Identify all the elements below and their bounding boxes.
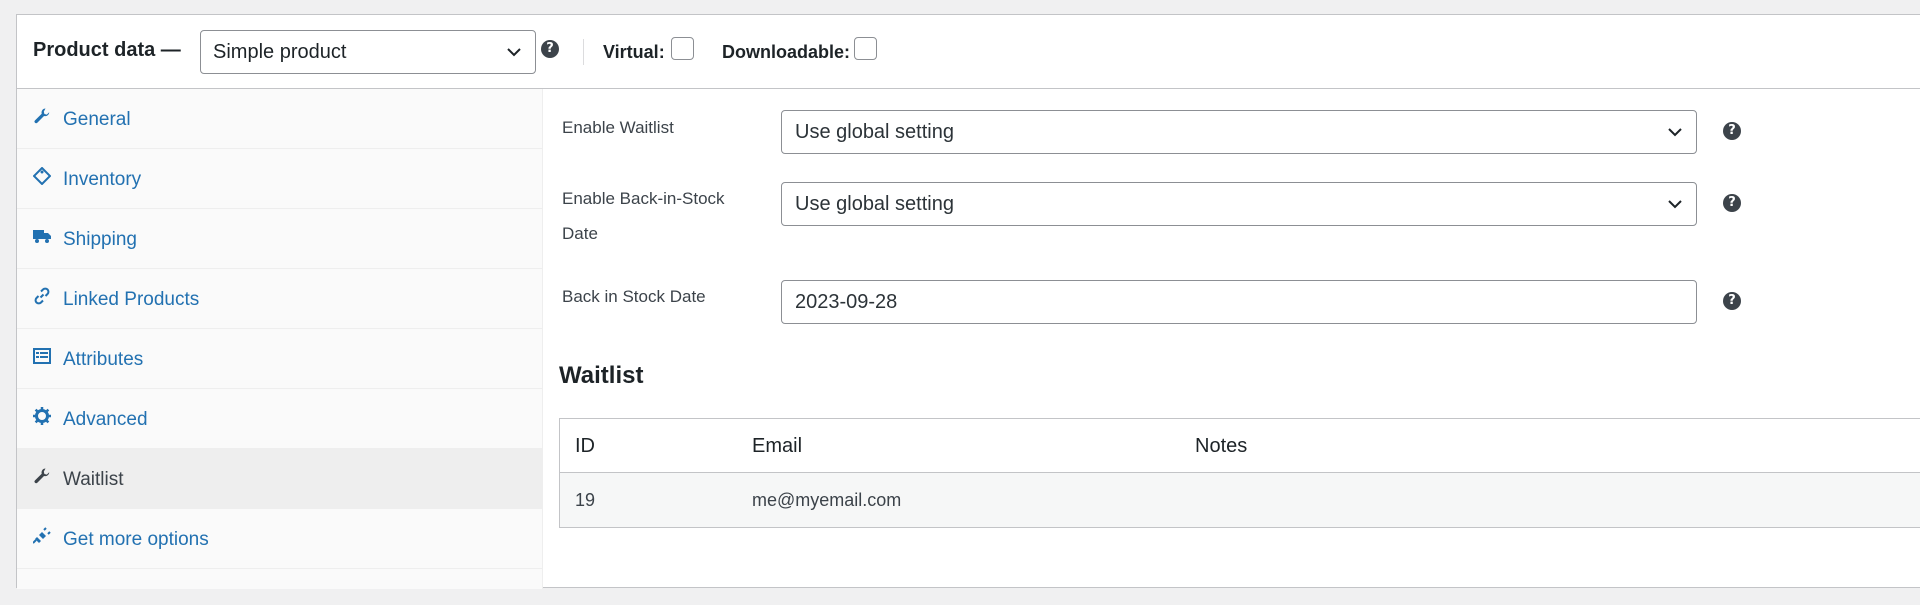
table-row: 19 me@myemail.com <box>560 473 1920 527</box>
header-divider <box>583 39 584 65</box>
plugin-icon <box>33 527 51 544</box>
chevron-down-icon <box>507 48 521 57</box>
enable-back-in-stock-value: Use global setting <box>795 193 954 215</box>
product-data-header: Product data — Simple product ? Virtual:… <box>17 15 1920 89</box>
downloadable-checkbox[interactable] <box>854 37 877 60</box>
back-in-stock-date-input[interactable]: 2023-09-28 <box>781 280 1697 324</box>
product-data-title: Product data — <box>33 39 181 61</box>
enable-back-in-stock-select[interactable]: Use global setting <box>781 182 1697 226</box>
column-header-notes: Notes <box>1195 435 1248 457</box>
link-icon <box>34 287 50 305</box>
tab-label: Get more options <box>63 529 209 550</box>
tab-linked-products[interactable]: Linked Products <box>17 269 543 329</box>
column-header-id: ID <box>575 435 595 457</box>
tab-waitlist[interactable]: Waitlist <box>17 449 543 509</box>
waitlist-table: ID Email Notes 19 me@myemail.com <box>559 418 1920 528</box>
help-icon[interactable]: ? <box>1723 122 1741 140</box>
virtual-checkbox[interactable] <box>671 37 694 60</box>
product-type-select[interactable]: Simple product <box>200 30 536 74</box>
chevron-down-icon <box>1668 200 1682 209</box>
virtual-label: Virtual: <box>603 42 665 62</box>
tab-label: Inventory <box>63 169 142 190</box>
tab-label: Attributes <box>63 349 144 370</box>
help-icon[interactable]: ? <box>541 40 559 58</box>
help-icon[interactable]: ? <box>1723 194 1741 212</box>
wrench-icon <box>34 468 50 484</box>
chevron-down-icon <box>1668 128 1682 137</box>
tab-shipping[interactable]: Shipping <box>17 209 543 269</box>
tab-advanced[interactable]: Advanced <box>17 389 543 449</box>
enable-waitlist-label: Enable Waitlist <box>562 118 674 137</box>
tab-attributes[interactable]: Attributes <box>17 329 543 389</box>
row-id: 19 <box>575 490 596 510</box>
tab-label: Shipping <box>63 229 137 250</box>
back-in-stock-date-label: Back in Stock Date <box>562 287 706 306</box>
tab-get-more-options[interactable]: Get more options <box>17 509 543 569</box>
waitlist-heading: Waitlist <box>559 362 644 389</box>
tag-icon <box>33 167 51 185</box>
table-header: ID Email Notes <box>560 419 1920 473</box>
gear-icon <box>33 407 51 425</box>
truck-icon <box>33 230 51 243</box>
product-data-tabs: General Inventory Shipping Linked Produc… <box>17 89 543 589</box>
tab-label: Waitlist <box>63 469 124 490</box>
product-data-panel: Product data — Simple product ? Virtual:… <box>16 14 1920 589</box>
tab-general[interactable]: General <box>17 89 543 149</box>
tab-label: Linked Products <box>63 289 200 310</box>
enable-back-in-stock-label: Enable Back-in-Stock Date <box>562 181 725 251</box>
tab-label: General <box>63 109 131 130</box>
row-email: me@myemail.com <box>752 490 902 510</box>
list-view-icon <box>33 348 51 364</box>
enable-back-in-stock-label-line1: Enable Back-in-Stock <box>562 189 725 208</box>
enable-back-in-stock-label-line2: Date <box>562 224 598 243</box>
enable-waitlist-select[interactable]: Use global setting <box>781 110 1697 154</box>
tab-label: Advanced <box>63 409 148 430</box>
help-icon[interactable]: ? <box>1723 292 1741 310</box>
column-header-email: Email <box>752 435 803 457</box>
downloadable-label: Downloadable: <box>722 42 851 62</box>
product-type-value: Simple product <box>213 41 347 63</box>
tab-inventory[interactable]: Inventory <box>17 149 543 209</box>
wrench-icon <box>34 108 50 124</box>
enable-waitlist-value: Use global setting <box>795 121 954 143</box>
